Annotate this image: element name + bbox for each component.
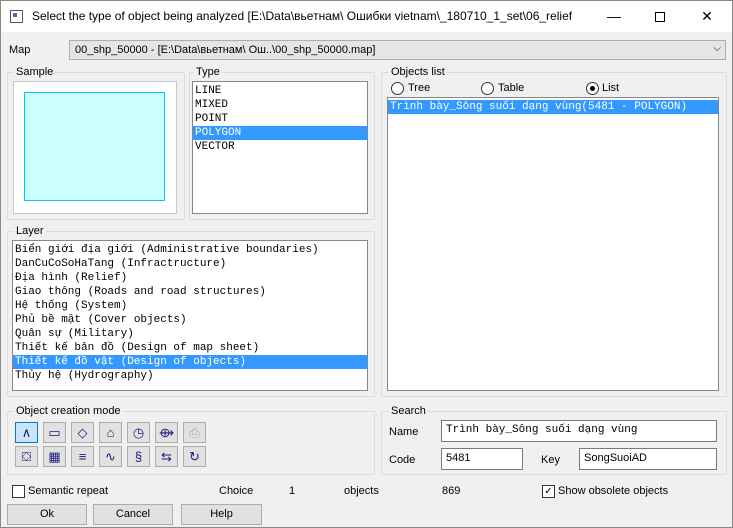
pentagon-icon: ⌂ xyxy=(106,425,115,440)
polyline-icon: ∧ xyxy=(21,425,32,440)
layer-title: Layer xyxy=(14,225,46,237)
rotate-tool-button[interactable]: ↻ xyxy=(183,446,206,467)
layer-item[interactable]: Biển giới địa giới (Administrative bound… xyxy=(13,243,367,257)
pentagon-tool-button[interactable]: ⌂ xyxy=(99,422,122,443)
grid-tool-button[interactable]: ▦ xyxy=(43,446,66,467)
rectangle-tool-button[interactable]: ▭ xyxy=(43,422,66,443)
map-select-value: 00_shp_50000 - [E:\Data\вьетнам\ Ош..\00… xyxy=(75,44,376,56)
type-item-selected[interactable]: POLYGON xyxy=(193,126,367,140)
type-item[interactable]: VECTOR xyxy=(193,140,367,154)
show-obsolete-label[interactable]: Show obsolete objects xyxy=(558,485,668,497)
tree-radio[interactable] xyxy=(391,82,404,95)
fill-icon: ⛋ xyxy=(21,449,32,464)
table-radio[interactable] xyxy=(481,82,494,95)
fill-tool-button[interactable]: ⛋ xyxy=(15,446,38,467)
type-title: Type xyxy=(194,66,222,78)
maximize-icon xyxy=(655,12,665,23)
layer-list[interactable]: Biển giới địa giới (Administrative bound… xyxy=(12,240,368,391)
choice-value: 1 xyxy=(289,485,296,497)
parallel-arrows-icon: ⇆ xyxy=(161,449,172,464)
tree-radio-label[interactable]: Tree xyxy=(408,82,430,94)
type-item[interactable]: MIXED xyxy=(193,98,367,112)
type-list[interactable]: LINE MIXED POINT POLYGON VECTOR xyxy=(192,81,368,214)
circle-arrow-tool-button[interactable]: ⟴ xyxy=(155,422,178,443)
layer-item[interactable]: Quân sự (Military) xyxy=(13,327,367,341)
layer-item[interactable]: Hệ thống (System) xyxy=(13,299,367,313)
objects-list-title: Objects list xyxy=(389,66,447,78)
sample-polygon xyxy=(24,92,165,201)
title-bar: Select the type of object being analyzed… xyxy=(1,1,732,32)
search-title: Search xyxy=(389,405,428,417)
sample-preview xyxy=(13,81,177,214)
map-label: Map xyxy=(9,44,31,56)
sample-title: Sample xyxy=(14,66,56,78)
checkmark-icon: ✓ xyxy=(544,486,553,497)
layer-item[interactable]: Thủy hệ (Hydrography) xyxy=(13,369,367,383)
print-tool-button: ⎙ xyxy=(183,422,206,443)
layer-item-selected[interactable]: Thiết kế đồ vật (Design of objects) xyxy=(13,355,367,369)
key-label: Key xyxy=(541,454,560,466)
app-icon xyxy=(10,10,23,23)
close-button[interactable]: ✕ xyxy=(684,1,730,32)
polyline-tool-button[interactable]: ∧ xyxy=(15,422,38,443)
choice-label: Choice xyxy=(219,485,254,497)
objects-list[interactable]: Trình bày_Sông suối dạng vùng(5481 - POL… xyxy=(387,97,719,391)
rectangle-icon: ▭ xyxy=(48,425,61,440)
circle-tool-button[interactable]: ◷ xyxy=(127,422,150,443)
parallel-lines-tool-button[interactable]: ≡ xyxy=(71,446,94,467)
curve-tool-button[interactable]: ∿ xyxy=(99,446,122,467)
parallel-arrows-tool-button[interactable]: ⇆ xyxy=(155,446,178,467)
print-icon: ⎙ xyxy=(189,425,200,440)
minimize-button[interactable]: — xyxy=(591,1,637,32)
type-item[interactable]: LINE xyxy=(193,84,367,98)
semantic-repeat-label[interactable]: Semantic repeat xyxy=(28,485,108,497)
ok-button[interactable]: Ok xyxy=(7,504,87,525)
curve-icon: ∿ xyxy=(105,449,116,464)
table-radio-label[interactable]: Table xyxy=(498,82,524,94)
layer-item[interactable]: Giao thông (Roads and road structures) xyxy=(13,285,367,299)
semantic-repeat-checkbox[interactable] xyxy=(12,485,25,498)
s-curve-icon: § xyxy=(134,449,143,464)
rotated-rectangle-icon: ◇ xyxy=(77,425,88,440)
code-label: Code xyxy=(389,454,416,466)
layer-item[interactable]: DanCuCoSoHaTang (Infractructure) xyxy=(13,257,367,271)
window-title: Select the type of object being analyzed… xyxy=(32,9,572,23)
circle-icon: ◷ xyxy=(132,425,145,440)
list-radio[interactable] xyxy=(586,82,599,95)
objects-count: 869 xyxy=(442,485,461,497)
grid-icon: ▦ xyxy=(48,449,61,464)
cancel-button[interactable]: Cancel xyxy=(93,504,173,525)
maximize-button[interactable] xyxy=(637,1,683,32)
type-item[interactable]: POINT xyxy=(193,112,367,126)
object-item-selected[interactable]: Trình bày_Sông suối dạng vùng(5481 - POL… xyxy=(388,100,718,114)
creation-mode-title: Object creation mode xyxy=(14,405,123,417)
name-label: Name xyxy=(389,426,419,438)
rotate-icon: ↻ xyxy=(189,449,200,464)
layer-item[interactable]: Địa hình (Relief) xyxy=(13,271,367,285)
map-select[interactable]: 00_shp_50000 - [E:\Data\вьетнам\ Ош..\00… xyxy=(69,40,726,60)
objects-label: objects xyxy=(344,485,379,497)
layer-item[interactable]: Thiết kế bản đồ (Design of map sheet) xyxy=(13,341,367,355)
show-obsolete-checkbox[interactable]: ✓ xyxy=(542,485,555,498)
code-input[interactable]: 5481 xyxy=(441,448,523,470)
list-radio-label[interactable]: List xyxy=(602,82,619,94)
s-curve-tool-button[interactable]: § xyxy=(127,446,150,467)
parallel-lines-icon: ≡ xyxy=(78,449,87,464)
key-input[interactable]: SongSuoiAD xyxy=(579,448,717,470)
layer-item[interactable]: Phủ bề mặt (Cover objects) xyxy=(13,313,367,327)
name-input[interactable]: Trình bày_Sông suối dạng vùng xyxy=(441,420,717,442)
chevron-down-icon: ⌵ xyxy=(713,43,721,54)
help-button[interactable]: Help xyxy=(181,504,262,525)
dialog-window: Select the type of object being analyzed… xyxy=(0,0,733,528)
circle-arrow-icon: ⟴ xyxy=(158,425,175,440)
rotated-rectangle-tool-button[interactable]: ◇ xyxy=(71,422,94,443)
